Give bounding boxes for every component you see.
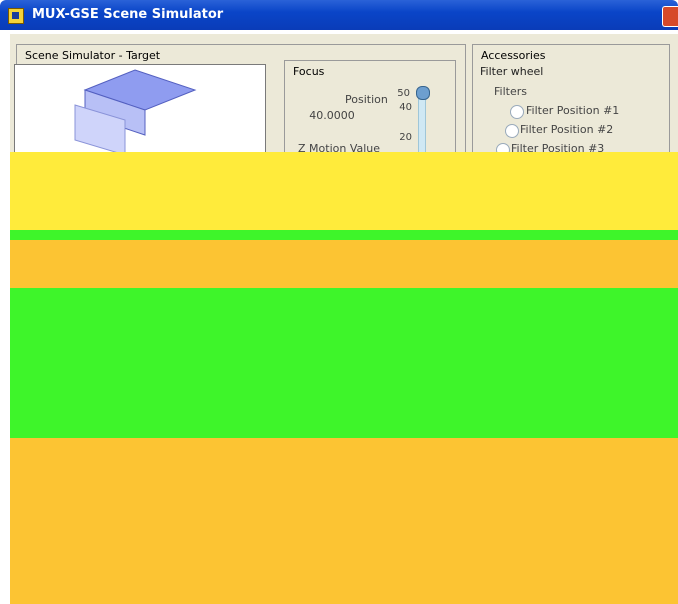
scale-tick-20: 20: [399, 132, 412, 143]
focus-label: Focus: [293, 65, 325, 78]
filter-wheel-label: Filter wheel: [480, 65, 544, 78]
window-titlebar: MUX-GSE Scene Simulator: [0, 0, 678, 30]
highlight-green-block: [10, 288, 678, 438]
accessories-title: Accessories: [481, 49, 546, 62]
highlight-yellow-band: [10, 152, 678, 234]
window-title: MUX-GSE Scene Simulator: [32, 7, 224, 22]
scale-tick-40: 40: [399, 102, 412, 113]
focus-slider-knob[interactable]: [416, 86, 430, 100]
filter-radio-2[interactable]: [505, 124, 519, 138]
scale-tick-50: 50: [397, 88, 410, 99]
position-value[interactable]: 40.0000: [298, 108, 366, 124]
highlight-orange-band: [10, 240, 678, 288]
focus-slider-track[interactable]: [418, 96, 426, 158]
app-icon: [8, 8, 24, 24]
close-icon[interactable]: [662, 6, 678, 27]
filters-label: Filters: [494, 85, 527, 98]
filter-option-1[interactable]: Filter Position #1: [526, 104, 619, 117]
filter-radio-1[interactable]: [510, 105, 524, 119]
highlight-orange-footer: [10, 438, 678, 604]
target-group-title: Scene Simulator - Target: [25, 49, 161, 62]
highlight-green-strip: [10, 230, 678, 240]
filter-option-2[interactable]: Filter Position #2: [520, 123, 613, 136]
